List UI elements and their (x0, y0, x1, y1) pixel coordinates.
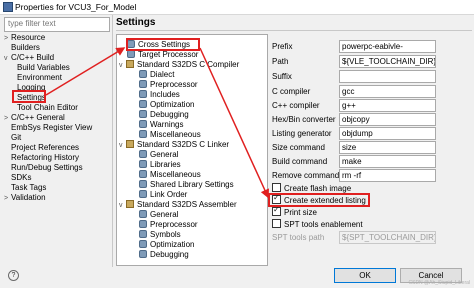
arrow-settings-to-cross-settings (45, 47, 126, 96)
watermark: CSDN @Ah_Stupid_Liberal (408, 280, 471, 286)
ok-button[interactable]: OK (334, 268, 396, 283)
help-icon[interactable]: ? (8, 270, 19, 281)
arrow-cross-settings-to-listing (199, 47, 269, 199)
annotation-arrows (45, 47, 269, 199)
